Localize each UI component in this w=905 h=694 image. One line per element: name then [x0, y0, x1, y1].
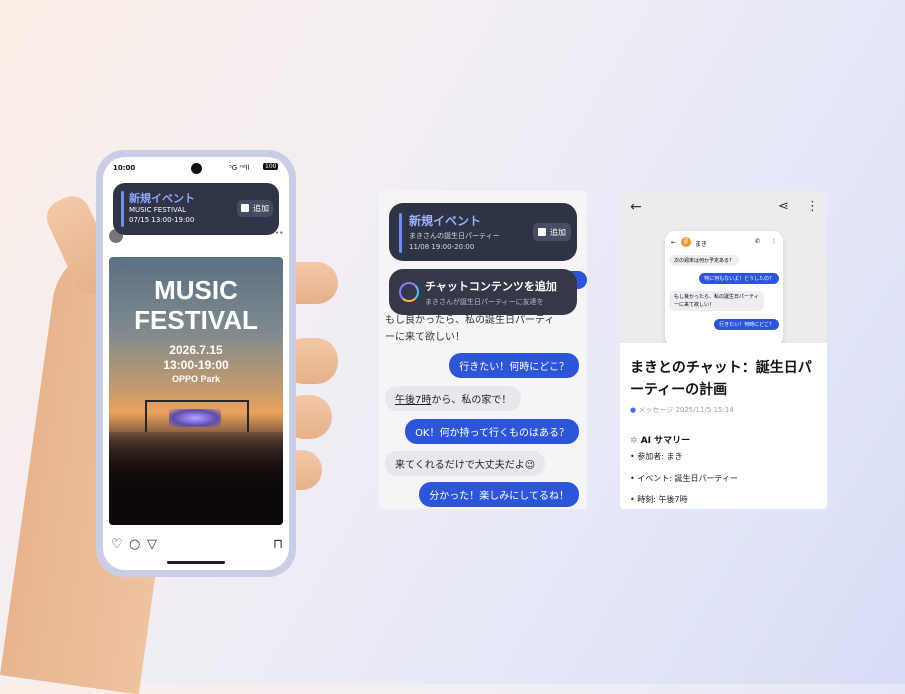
poster-title-2: FESTIVAL	[134, 305, 258, 335]
send-icon[interactable]: ▽	[147, 537, 157, 552]
summary-card: ← ⋖ ⋮ ← ま まき ✆ ⋮ 次の週末は何か予定ある？ 特に何もないよ！どう…	[620, 191, 827, 509]
mini-avatar: ま	[681, 237, 691, 247]
poster-place: OPPO Park	[171, 374, 221, 384]
add-button[interactable]: 追加	[237, 200, 273, 217]
message-text-1a: もし良かったら、私の誕生日パーティ	[385, 315, 555, 326]
ai-summary-label: AI サマリー	[640, 436, 691, 446]
post-actions: ♡ ○ ▽ ⊓	[103, 537, 289, 557]
notification-line1: まきさんの誕生日パーティー	[409, 232, 500, 240]
summary-item-1: • 参加者: まき	[630, 452, 683, 461]
add-button[interactable]: 追加	[533, 223, 571, 241]
mini-more-icon: ⋮	[771, 238, 777, 245]
summary-sheet: まきとのチャット：誕生日パーティーの計画 ● メッセージ 2025/11/5 1…	[620, 343, 827, 509]
time-link[interactable]: 午後7時	[395, 395, 431, 406]
signal-icon: ⁵G ᴴᵈll	[229, 164, 250, 172]
message-dot-icon: ●	[630, 406, 637, 414]
bookmark-icon[interactable]: ⊓	[273, 537, 283, 552]
mini-msg-4: 行きたい！何時にどこ？	[714, 319, 779, 330]
notification-title: 新規イベント	[129, 192, 195, 205]
summary-item-3-text: 時刻: 午後7時	[637, 495, 688, 504]
mini-msg-3a: もし良かったら、私の誕生日パーティ	[674, 294, 759, 300]
notification-line2: 07/15 13:00-19:00	[129, 216, 195, 224]
message-me-1: 行きたい！何時にどこ？	[449, 353, 579, 378]
mini-chat-screenshot: ← ま まき ✆ ⋮ 次の週末は何か予定ある？ 特に何もないよ！どうしたの？ も…	[665, 231, 783, 347]
mini-phone-icon: ✆	[755, 238, 761, 245]
stage-lights	[169, 409, 221, 427]
poster-time: 13:00-19:00	[163, 358, 229, 372]
mini-msg-3: もし良かったら、私の誕生日パーティ ーに来て欲しい！	[669, 291, 764, 311]
comment-icon[interactable]: ○	[129, 537, 140, 552]
summary-meta-text: メッセージ 2025/11/5 15:14	[638, 406, 734, 414]
notification-accent-bar	[399, 213, 402, 253]
notification-title: 新規イベント	[409, 214, 482, 228]
festival-poster-image: MUSIC FESTIVAL 2026.7.15 13:00-19:00 OPP…	[109, 257, 283, 525]
notification-line1: MUSIC FESTIVAL	[129, 206, 187, 214]
camera-hole	[191, 163, 202, 174]
event-notification-chat[interactable]: 新規イベント まきさんの誕生日パーティー 11/08 19:00-20:00 追…	[389, 203, 577, 261]
message-me-3: 分かった！楽しみにしてるね！	[419, 482, 579, 507]
message-them-3: 来てくれるだけで大丈夫だよ😉	[385, 451, 546, 476]
ai-add-chat-banner[interactable]: チャットコンテンツを追加 まきさんが誕生日パーティーに友達を	[389, 269, 577, 315]
event-notification[interactable]: 新規イベント MUSIC FESTIVAL 07/15 13:00-19:00 …	[113, 183, 279, 235]
summary-header-area: ← ⋖ ⋮ ← ま まき ✆ ⋮ 次の週末は何か予定ある？ 特に何もないよ！どう…	[620, 191, 827, 347]
heart-icon[interactable]: ♡	[111, 537, 123, 552]
message-them-1: もし良かったら、私の誕生日パーティ ーに来て欲しい！	[385, 311, 555, 343]
mini-msg-3b: ーに来て欲しい！	[674, 302, 715, 308]
home-indicator	[167, 561, 225, 564]
mini-contact: まき	[695, 241, 708, 248]
ai-banner-subtitle: まきさんが誕生日パーティーに友達を	[425, 298, 544, 306]
poster-date: 2026.7.15	[169, 343, 223, 357]
share-icon[interactable]: ⋖	[778, 199, 789, 214]
mini-msg-1: 次の週末は何か予定ある？	[669, 255, 740, 266]
ai-summary-heading: ✲ AI サマリー	[630, 433, 690, 446]
message-text-2: から、私の家で！	[431, 395, 512, 406]
calendar-icon	[538, 228, 546, 236]
more-vert-icon[interactable]: ⋮	[806, 199, 819, 214]
message-text-1b: ーに来て欲しい！	[385, 332, 465, 343]
summary-item-1-text: 参加者: まき	[637, 452, 683, 461]
battery-icon: 100	[263, 163, 279, 170]
summary-title: まきとのチャット：誕生日パーティーの計画	[630, 360, 812, 398]
status-time: 10:00	[113, 164, 136, 172]
message-them-2: 午後7時から、私の家で！	[385, 386, 522, 411]
add-button-label: 追加	[550, 228, 566, 237]
mini-back-icon: ←	[671, 239, 677, 246]
notification-line2: 11/08 19:00-20:00	[409, 243, 475, 251]
notification-accent-bar	[121, 191, 124, 227]
summary-meta: ● メッセージ 2025/11/5 15:14	[630, 405, 734, 415]
crowd-silhouette	[109, 432, 283, 525]
back-arrow-icon[interactable]: ←	[630, 199, 642, 215]
ai-gear-icon: ✲	[630, 436, 638, 446]
poster-title-1: MUSIC	[154, 275, 238, 305]
summary-item-2-text: イベント: 誕生日パーティー	[637, 474, 739, 483]
chat-card: 新規イベント まきさんの誕生日パーティー 11/08 19:00-20:00 追…	[379, 191, 587, 509]
message-me-2: OK！何か持って行くものはある？	[405, 419, 579, 444]
add-button-label: 追加	[253, 204, 269, 213]
calendar-icon	[241, 204, 249, 212]
mini-msg-2: 特に何もないよ！どうしたの？	[699, 273, 779, 284]
phone-screen: 10:00 ⁵G ᴴᵈll 100 ••• 新規イベント MUSIC FESTI…	[103, 157, 289, 570]
ai-sparkle-icon	[399, 282, 419, 302]
summary-item-3: • 時刻: 午後7時	[630, 495, 688, 504]
ai-banner-title: チャットコンテンツを追加	[425, 280, 557, 293]
summary-item-2: • イベント: 誕生日パーティー	[630, 474, 739, 483]
